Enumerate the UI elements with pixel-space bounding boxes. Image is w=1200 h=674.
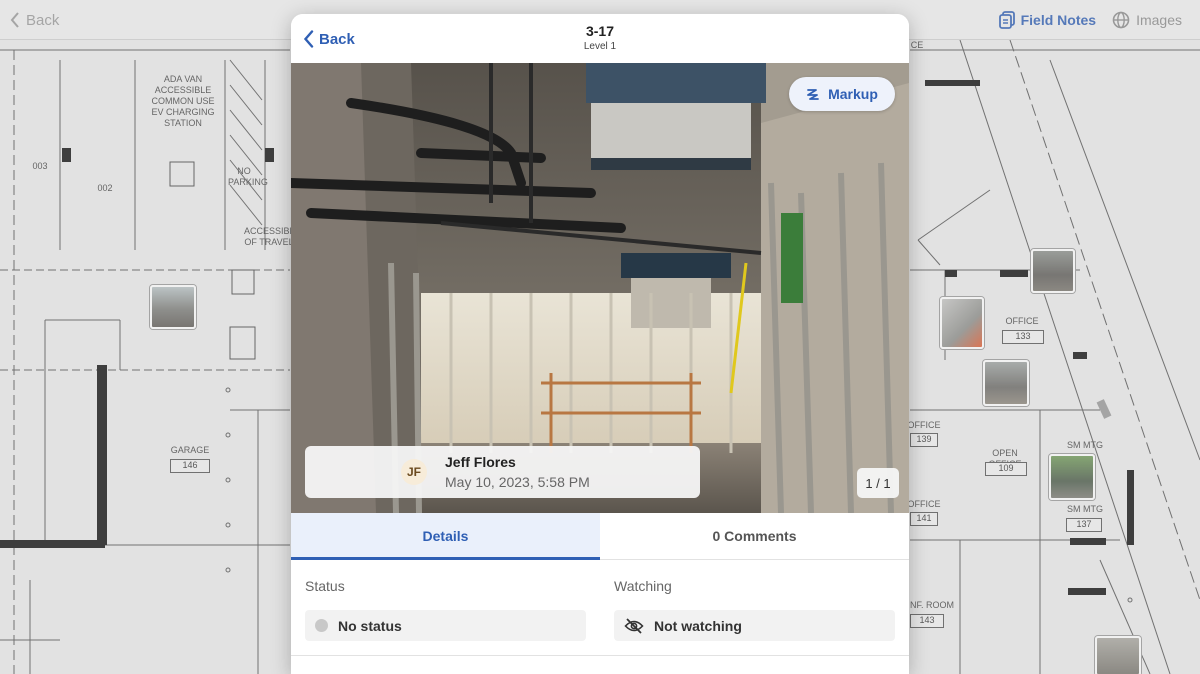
tab-images[interactable]: Images xyxy=(1112,11,1182,29)
status-select[interactable]: No status xyxy=(305,610,586,641)
sm-mtg-number: 137 xyxy=(1066,518,1102,532)
author-card: JF Jeff Flores May 10, 2023, 5:58 PM xyxy=(305,446,700,498)
modal-title: 3-17 xyxy=(585,23,615,39)
globe-icon xyxy=(1112,11,1130,29)
open-office-number: 109 xyxy=(985,462,1027,476)
photo-detail-modal: Back 3-17 Level 1 Markup JF Jeff Flores … xyxy=(291,14,909,674)
tab-details[interactable]: Details xyxy=(291,513,600,560)
site-photo[interactable]: Markup JF Jeff Flores May 10, 2023, 5:58… xyxy=(291,63,909,513)
section-divider xyxy=(291,655,909,656)
watching-label: Watching xyxy=(614,578,672,594)
page-counter: 1 / 1 xyxy=(857,468,899,498)
watching-toggle[interactable]: Not watching xyxy=(614,610,895,641)
markup-pen-icon xyxy=(807,89,819,100)
tab-field-notes[interactable]: Field Notes xyxy=(998,11,1097,29)
detail-tabs: Details 0 Comments xyxy=(291,513,909,560)
accessible-label: ACCESSIBLE OF TRAVEL xyxy=(244,226,301,247)
photo-pin[interactable] xyxy=(1095,636,1141,674)
conf-room-label: NF. ROOM xyxy=(910,600,954,610)
sm-mtg-label-1: SM MTG xyxy=(1067,440,1103,450)
space-003-label: 003 xyxy=(32,161,48,171)
ada-station-label: ADA VAN ACCESSIBLE COMMON USE EV CHARGIN… xyxy=(151,74,215,128)
status-value: No status xyxy=(338,617,402,634)
author-name: Jeff Flores xyxy=(445,454,516,470)
photo-pin[interactable] xyxy=(150,285,196,329)
office-141-label: OFFICE xyxy=(907,499,941,509)
garage-number: 146 xyxy=(170,459,210,473)
garage-label: GARAGE xyxy=(170,445,210,455)
office-139-label: OFFICE xyxy=(907,420,941,430)
author-date: May 10, 2023, 5:58 PM xyxy=(445,474,590,490)
sm-mtg-label-2: SM MTG xyxy=(1067,504,1103,514)
tab-comments[interactable]: 0 Comments xyxy=(600,513,909,559)
watching-value: Not watching xyxy=(654,617,742,634)
modal-subtitle: Level 1 xyxy=(583,41,617,52)
status-label: Status xyxy=(305,578,345,594)
modal-header: Back 3-17 Level 1 xyxy=(291,14,909,63)
no-parking-label: NO PARKING xyxy=(228,166,268,187)
ce-label: CE xyxy=(910,40,924,50)
space-002-label: 002 xyxy=(97,183,113,193)
eye-off-icon xyxy=(624,617,644,634)
office-139-number: 139 xyxy=(910,433,938,447)
office-133-label: OFFICE xyxy=(1005,316,1039,326)
chevron-left-icon xyxy=(10,12,19,28)
tab-field-notes-label: Field Notes xyxy=(1020,12,1097,28)
conf-room-number: 143 xyxy=(910,614,944,628)
view-tabs: Field Notes Images xyxy=(998,9,1182,31)
top-back-button[interactable]: Back xyxy=(10,9,59,31)
photo-pin[interactable] xyxy=(983,360,1029,406)
top-back-label: Back xyxy=(26,11,60,29)
markup-button[interactable]: Markup xyxy=(789,77,895,111)
notes-icon xyxy=(998,11,1015,29)
photo-pin[interactable] xyxy=(1031,249,1075,293)
photo-pin[interactable] xyxy=(1049,454,1095,500)
status-dot-icon xyxy=(315,619,328,632)
tab-images-label: Images xyxy=(1136,12,1182,28)
office-133-number: 133 xyxy=(1002,330,1044,344)
photo-pin[interactable] xyxy=(940,297,984,349)
markup-label: Markup xyxy=(828,86,878,102)
avatar: JF xyxy=(401,459,427,485)
office-141-number: 141 xyxy=(910,512,938,526)
